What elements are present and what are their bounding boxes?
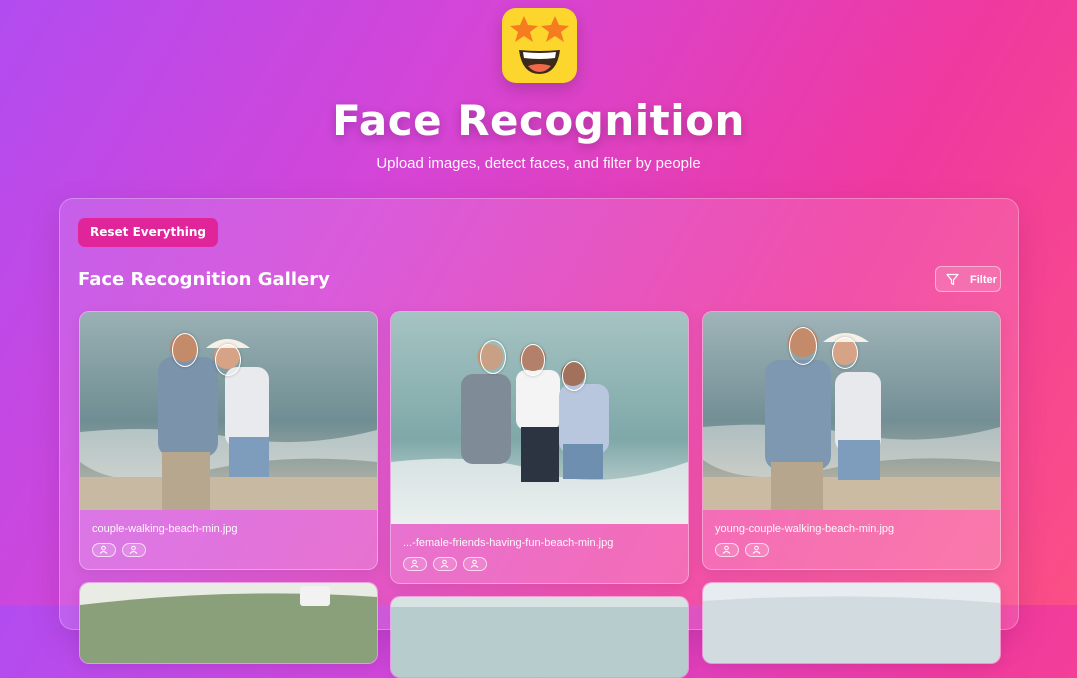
gallery-panel: Reset Everything Face Recognition Galler… [59, 198, 1019, 678]
face-badges [92, 543, 146, 557]
person-badge[interactable] [463, 557, 487, 571]
gallery-photo [703, 583, 1000, 663]
gallery-photo [80, 583, 377, 663]
face-detection-box[interactable] [480, 340, 506, 374]
page-subtitle: Upload images, detect faces, and filter … [376, 155, 701, 172]
person-icon [410, 559, 419, 568]
face-detection-box[interactable] [172, 333, 198, 367]
person-icon [722, 545, 731, 554]
filter-label: Filter [970, 274, 997, 286]
person-icon [129, 545, 138, 554]
face-badges [715, 543, 769, 557]
face-detection-box[interactable] [215, 344, 241, 376]
person-icon [752, 545, 761, 554]
face-detection-box[interactable] [521, 344, 545, 376]
person-badge[interactable] [745, 543, 769, 557]
gallery-photo [391, 597, 688, 677]
face-detection-box[interactable] [562, 361, 586, 391]
app-logo [502, 8, 577, 83]
person-icon [470, 559, 479, 568]
gallery-card[interactable] [390, 596, 689, 678]
face-detection-box[interactable] [789, 327, 817, 365]
image-filename: ...-female-friends-having-fun-beach-min.… [403, 537, 614, 549]
page-title: Face Recognition [332, 96, 745, 145]
person-badge[interactable] [433, 557, 457, 571]
image-filename: young-couple-walking-beach-min.jpg [715, 523, 895, 535]
person-badge[interactable] [122, 543, 146, 557]
gallery-card[interactable] [79, 582, 378, 664]
beach-couple-photo [80, 312, 377, 510]
person-badge[interactable] [92, 543, 116, 557]
gallery-card[interactable]: young-couple-walking-beach-min.jpg [702, 311, 1001, 570]
filter-funnel-icon [946, 273, 959, 286]
image-filename: couple-walking-beach-min.jpg [92, 523, 238, 535]
face-detection-box[interactable] [832, 337, 858, 369]
reset-everything-button[interactable]: Reset Everything [78, 218, 218, 247]
gallery-card[interactable] [702, 582, 1001, 664]
gallery-card[interactable]: couple-walking-beach-min.jpg [79, 311, 378, 570]
person-icon [99, 545, 108, 554]
gallery-card[interactable]: ...-female-friends-having-fun-beach-min.… [390, 311, 689, 584]
person-badge[interactable] [715, 543, 739, 557]
star-struck-face-icon [510, 16, 569, 74]
filter-button[interactable]: Filter [935, 266, 1001, 292]
person-badge[interactable] [403, 557, 427, 571]
beach-friends-photo [391, 312, 688, 524]
gallery-title: Face Recognition Gallery [78, 269, 330, 290]
face-badges [403, 557, 487, 571]
person-icon [440, 559, 449, 568]
